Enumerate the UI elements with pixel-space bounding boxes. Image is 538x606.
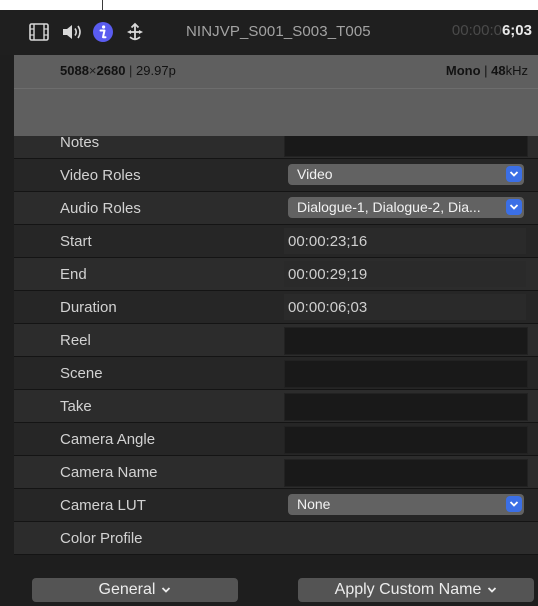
timecode-leading-zeros: 00:00:0 — [451, 22, 502, 39]
metadata-row-scene: Scene — [14, 357, 538, 390]
audio-roles-popup[interactable]: Dialogue-1, Dialogue-2, Dia... — [288, 197, 524, 218]
metadata-row-take: Take — [14, 390, 538, 423]
metadata-label-audio-roles: Audio Roles — [60, 200, 141, 217]
metadata-view-button[interactable]: General — [32, 578, 238, 602]
clip-info-header: 5088×2680 | 29.97p Mono | 48kHz — [14, 55, 538, 136]
speaker-icon[interactable] — [60, 21, 86, 43]
metadata-row-audio-roles: Audio Roles Dialogue-1, Dialogue-2, Dia..… — [14, 192, 538, 225]
metadata-row-camera-angle: Camera Angle — [14, 423, 538, 456]
metadata-row-camera-lut: Camera LUT None — [14, 489, 538, 522]
audio-sample-rate: 48 — [491, 63, 506, 78]
frame-rate: 29.97p — [136, 63, 176, 78]
chevron-down-icon — [487, 581, 497, 599]
chevron-down-icon — [506, 496, 522, 512]
metadata-row-reel: Reel — [14, 324, 538, 357]
apply-custom-name-label: Apply Custom Name — [334, 581, 482, 598]
metadata-row-notes: Notes — [14, 136, 538, 159]
metadata-label-end: End — [60, 266, 87, 283]
callout-line-top — [102, 0, 103, 10]
chevron-down-icon — [506, 199, 522, 215]
film-icon[interactable] — [28, 21, 50, 43]
camera-name-field[interactable] — [284, 459, 528, 487]
camera-lut-popup[interactable]: None — [288, 494, 524, 515]
metadata-label-duration: Duration — [60, 299, 117, 316]
metadata-label-reel: Reel — [60, 332, 91, 349]
metadata-label-camera-angle: Camera Angle — [60, 431, 156, 448]
reel-field[interactable] — [284, 327, 528, 355]
metadata-label-camera-name: Camera Name — [60, 464, 158, 481]
metadata-row-end: End 00:00:29;19 — [14, 258, 538, 291]
metadata-view-label: General — [98, 581, 156, 598]
header-divider — [14, 88, 538, 89]
metadata-row-start: Start 00:00:23;16 — [14, 225, 538, 258]
inspector-toolbar: NINJVP_S001_S003_T005 00:00:06;03 — [0, 10, 538, 55]
scene-field[interactable] — [284, 360, 528, 388]
audio-info: Mono | 48kHz — [445, 63, 528, 78]
start-value: 00:00:23;16 — [288, 233, 368, 250]
inspector-panel: NINJVP_S001_S003_T005 00:00:06;03 5088×2… — [0, 10, 538, 606]
duration-value: 00:00:06;03 — [288, 299, 368, 316]
end-value: 00:00:29;19 — [288, 266, 368, 283]
metadata-label-color-profile: Color Profile — [60, 530, 143, 547]
info-icon[interactable] — [92, 21, 114, 43]
metadata-row-duration: Duration 00:00:06;03 — [14, 291, 538, 324]
resolution-times: × — [88, 63, 97, 78]
audio-roles-popup-value: Dialogue-1, Dialogue-2, Dia... — [297, 199, 481, 215]
clip-timecode: 00:00:06;03 — [452, 22, 532, 39]
metadata-row-color-profile: Color Profile — [14, 522, 538, 555]
metadata-label-video-roles: Video Roles — [60, 167, 141, 184]
video-roles-popup[interactable]: Video — [288, 164, 524, 185]
audio-channels: Mono — [445, 63, 481, 78]
metadata-label-take: Take — [60, 398, 92, 415]
metadata-row-camera-name: Camera Name — [14, 456, 538, 489]
chevron-down-icon — [506, 166, 522, 182]
video-roles-popup-value: Video — [297, 166, 333, 182]
share-icon[interactable] — [124, 21, 146, 43]
apply-custom-name-button[interactable]: Apply Custom Name — [298, 578, 534, 602]
resolution-height: 2680 — [96, 63, 126, 78]
notes-field[interactable] — [284, 136, 528, 157]
clip-name: NINJVP_S001_S003_T005 — [186, 23, 371, 40]
metadata-label-scene: Scene — [60, 365, 103, 382]
inspector-bottom-bar: General Apply Custom Name — [0, 574, 538, 606]
camera-lut-popup-value: None — [297, 496, 331, 512]
metadata-row-video-roles: Video Roles Video — [14, 159, 538, 192]
chevron-down-icon — [161, 581, 171, 599]
resolution-width: 5088 — [60, 63, 89, 78]
audio-rate-unit: kHz — [505, 63, 528, 78]
timecode-value: 6;03 — [501, 22, 532, 39]
resolution-info: 5088×2680 | 29.97p — [60, 63, 176, 78]
camera-angle-field[interactable] — [284, 426, 528, 454]
metadata-list: Notes Video Roles Video Audio Roles Dialogue… — [14, 136, 538, 574]
take-field[interactable] — [284, 393, 528, 421]
metadata-label-notes: Notes — [60, 136, 100, 151]
metadata-label-start: Start — [60, 233, 92, 250]
metadata-label-camera-lut: Camera LUT — [60, 497, 146, 514]
